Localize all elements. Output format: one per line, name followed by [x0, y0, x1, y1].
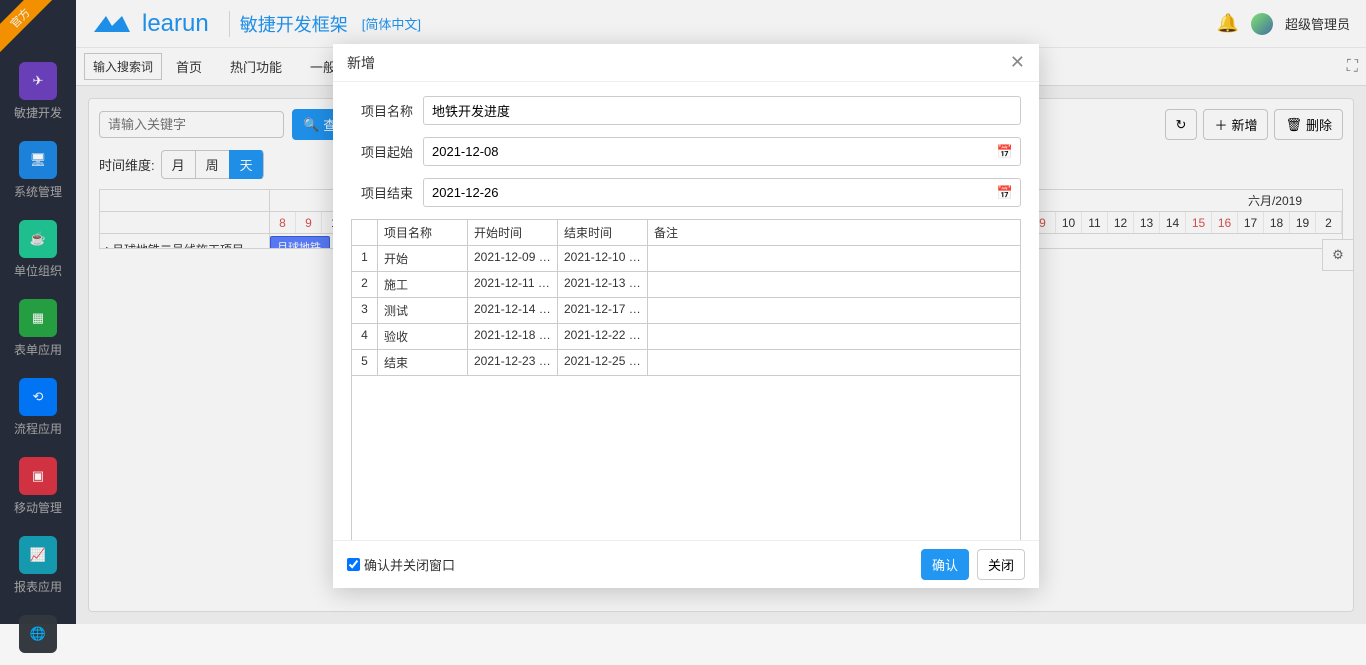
- confirm-close-checkbox[interactable]: [347, 558, 360, 571]
- modal-footer: 确认并关闭窗口 确认 关闭: [333, 540, 1039, 588]
- project-start-input[interactable]: [423, 137, 1021, 166]
- confirm-close-checkbox-wrap[interactable]: 确认并关闭窗口: [347, 555, 455, 574]
- table-row[interactable]: 1开始2021-12-09 0...2021-12-10 0...: [352, 246, 1020, 272]
- table-header-row: 项目名称 开始时间 结束时间 备注: [352, 220, 1020, 246]
- close-icon[interactable]: ✕: [1010, 52, 1025, 73]
- modal-header: 新增 ✕: [333, 44, 1039, 82]
- project-end-input[interactable]: [423, 178, 1021, 207]
- table-row[interactable]: 3测试2021-12-14 0...2021-12-17 0...: [352, 298, 1020, 324]
- table-row[interactable]: 5结束2021-12-23 0...2021-12-25 00:0: [352, 350, 1020, 376]
- project-name-input[interactable]: [423, 96, 1021, 125]
- calendar-icon[interactable]: 📅: [997, 144, 1013, 160]
- table-blank-area: [351, 376, 1021, 540]
- table-row[interactable]: 4验收2021-12-18 0...2021-12-22 0...: [352, 324, 1020, 350]
- modal-dialog: 新增 ✕ 项目名称 项目起始 📅 项目结束 📅 项目名称 开始时间 结束时间 备…: [333, 44, 1039, 588]
- cancel-button[interactable]: 关闭: [977, 549, 1025, 580]
- table-row[interactable]: 2施工2021-12-11 0...2021-12-13 0...: [352, 272, 1020, 298]
- confirm-close-label: 确认并关闭窗口: [364, 555, 455, 574]
- modal-body: 项目名称 项目起始 📅 项目结束 📅 项目名称 开始时间 结束时间 备注 1开始…: [333, 82, 1039, 540]
- calendar-icon[interactable]: 📅: [997, 185, 1013, 201]
- modal-title: 新增: [347, 53, 375, 73]
- ok-button[interactable]: 确认: [921, 549, 969, 580]
- project-name-label: 项目名称: [351, 101, 423, 120]
- project-start-label: 项目起始: [351, 142, 423, 161]
- modal-table: 项目名称 开始时间 结束时间 备注 1开始2021-12-09 0...2021…: [351, 219, 1021, 376]
- project-end-label: 项目结束: [351, 183, 423, 202]
